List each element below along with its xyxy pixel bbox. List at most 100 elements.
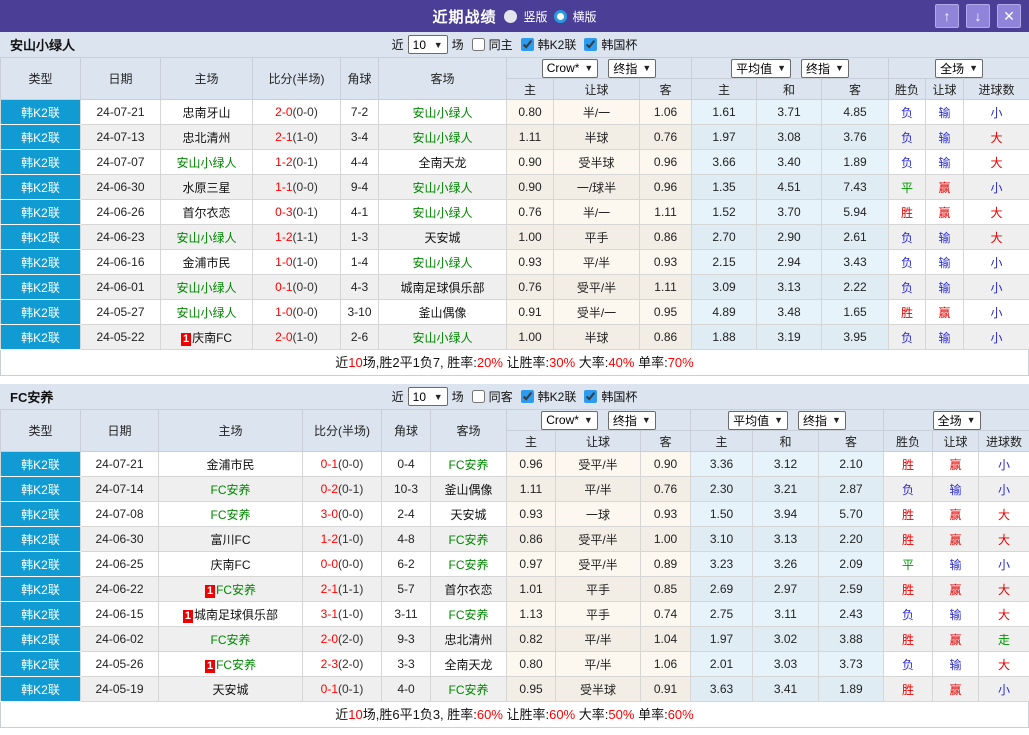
- euro-draw-odds-cell: 3.94: [752, 501, 820, 527]
- home-team-cell: 安山小绿人: [160, 274, 253, 300]
- same-venue-checkbox[interactable]: [471, 38, 485, 51]
- goals-result-cell: 大: [978, 501, 1029, 527]
- away-team-cell: 安山小绿人: [378, 249, 507, 275]
- euro-final-odds-select[interactable]: 终指 ▼: [798, 410, 846, 430]
- goals-result-cell: 小: [978, 551, 1029, 577]
- outcome-result-cell: 胜: [883, 501, 934, 527]
- euro-draw-odds-cell: 3.08: [756, 124, 823, 150]
- col-corner-header: 角球: [381, 409, 431, 452]
- handicap-result-cell: 赢: [932, 676, 980, 702]
- team-name: 安山小绿人: [412, 255, 473, 270]
- full-match-select[interactable]: 全场 ▼: [935, 58, 983, 78]
- league-type-cell: 韩K2联: [0, 501, 81, 527]
- euro-draw-odds-cell: 3.26: [752, 551, 820, 577]
- euro-final-odds-select[interactable]: 终指 ▼: [801, 58, 849, 78]
- asian-odds-group-header: Crow* ▼ 终指 ▼: [505, 409, 692, 431]
- league-k2-checkbox[interactable]: [520, 38, 534, 51]
- handicap-result-cell: 输: [925, 124, 965, 150]
- league-type-cell: 韩K2联: [0, 576, 81, 602]
- matches-table: 类型 日期 主场 比分(半场) 角球 客场 Crow* ▼ 终指 ▼ 平均值 ▼ 终指…: [0, 409, 1029, 702]
- match-date-cell: 24-06-02: [80, 626, 159, 652]
- move-down-button[interactable]: ↓: [966, 4, 990, 28]
- euro-away-header: 客: [821, 78, 890, 100]
- corner-cell: 4-8: [381, 526, 431, 552]
- asian-home-odds-cell: 0.91: [506, 299, 554, 325]
- team-name: 天安城: [212, 682, 249, 697]
- euro-home-odds-cell: 3.23: [690, 551, 754, 577]
- league-type-cell: 韩K2联: [0, 149, 81, 175]
- euro-home-odds-cell: 1.97: [691, 124, 758, 150]
- asian-handicap-cell: 受半球: [555, 676, 641, 702]
- bookmaker-select[interactable]: Crow* ▼: [541, 410, 598, 430]
- handicap-result-cell: 输: [925, 324, 965, 350]
- away-team-cell: 全南天龙: [378, 149, 507, 175]
- asian-away-odds-cell: 0.86: [638, 224, 693, 250]
- corner-cell: 3-4: [340, 124, 379, 150]
- team-name: 安山小绿人: [176, 155, 237, 170]
- outcome-result-cell: 负: [888, 324, 927, 350]
- asian-handicap-cell: 平/半: [555, 476, 641, 502]
- euro-average-select[interactable]: 平均值 ▼: [731, 58, 792, 78]
- asian-away-odds-cell: 1.00: [639, 526, 692, 552]
- asian-home-odds-cell: 0.82: [506, 626, 556, 652]
- team-name: FC安养: [448, 457, 489, 472]
- league-k2-checkbox[interactable]: [520, 390, 534, 403]
- match-date-cell: 24-05-22: [80, 324, 161, 350]
- team-name: 天安城: [424, 230, 461, 245]
- match-date-cell: 24-05-19: [80, 676, 159, 702]
- result-outcome-header: 胜负: [888, 78, 927, 100]
- team-name: 首尔衣恋: [444, 582, 493, 597]
- euro-away-odds-cell: 2.61: [821, 224, 890, 250]
- korea-cup-checkbox[interactable]: [584, 390, 598, 403]
- euro-draw-odds-cell: 3.48: [756, 299, 823, 325]
- euro-draw-odds-cell: 3.13: [752, 526, 820, 552]
- goals-result-cell: 小: [963, 299, 1029, 325]
- match-row: 韩K2联 24-06-16 金浦市民 1-0(1-0) 1-4 安山小绿人 0.93 平/半 0…: [0, 249, 1029, 275]
- euro-average-select[interactable]: 平均值 ▼: [728, 410, 789, 430]
- full-match-select[interactable]: 全场 ▼: [932, 410, 981, 430]
- team-name: FC安养: [448, 607, 489, 622]
- korea-cup-checkbox[interactable]: [584, 38, 598, 51]
- asian-handicap-cell: 平/半: [555, 651, 641, 677]
- move-up-button[interactable]: ↑: [935, 4, 959, 28]
- home-team-cell: 忠北清州: [160, 124, 253, 150]
- league-type-cell: 韩K2联: [0, 601, 81, 627]
- team-name: 忠北清州: [444, 632, 493, 647]
- match-count-select[interactable]: 10 ▼: [407, 387, 448, 406]
- outcome-result-cell: 胜: [883, 626, 934, 652]
- half-time-score: (0-0): [292, 305, 318, 319]
- euro-away-header: 客: [818, 430, 885, 452]
- asian-home-odds-cell: 1.11: [506, 124, 554, 150]
- euro-away-odds-cell: 2.09: [818, 551, 885, 577]
- asian-final-odds-select[interactable]: 终指 ▼: [607, 410, 656, 430]
- league-type-cell: 韩K2联: [0, 651, 81, 677]
- bookmaker-select[interactable]: Crow* ▼: [541, 58, 599, 78]
- match-row: 韩K2联 24-06-01 安山小绿人 0-1(0-0) 4-3 城南足球俱乐部 0.76 受…: [0, 274, 1029, 300]
- same-venue-label: 同客: [488, 390, 513, 404]
- match-row: 韩K2联 24-06-23 安山小绿人 1-2(1-1) 1-3 天安城 1.00 平手 0.8…: [0, 224, 1029, 250]
- half-time-score: (0-1): [338, 482, 364, 496]
- handicap-result-cell: 赢: [932, 626, 980, 652]
- euro-home-header: 主: [691, 78, 758, 100]
- radio-horizontal-layout[interactable]: [553, 9, 567, 23]
- team-name: FC安养: [448, 682, 489, 697]
- summary-segment: 60%: [549, 707, 576, 722]
- asian-final-odds-select[interactable]: 终指 ▼: [608, 58, 657, 78]
- team-name: 城南足球俱乐部: [400, 280, 485, 295]
- radio-vertical-layout[interactable]: [504, 9, 518, 23]
- match-row: 韩K2联 24-05-27 安山小绿人 1-0(0-0) 3-10 釜山偶像 0.91 受半/…: [0, 299, 1029, 325]
- euro-away-odds-cell: 4.85: [821, 99, 890, 125]
- rank-badge: 1: [204, 659, 216, 673]
- euro-away-odds-cell: 3.88: [818, 626, 885, 652]
- match-count-select[interactable]: 10 ▼: [407, 35, 448, 54]
- same-venue-checkbox[interactable]: [471, 390, 485, 403]
- outcome-result-cell: 负: [883, 601, 934, 627]
- summary-segment: 近: [335, 355, 349, 370]
- summary-segment: 让胜率:: [502, 355, 550, 370]
- away-team-cell: 忠北清州: [430, 626, 507, 652]
- match-row: 韩K2联 24-06-26 首尔衣恋 0-3(0-1) 4-1 安山小绿人 0.76 半/一 1…: [0, 199, 1029, 225]
- close-button[interactable]: ✕: [997, 4, 1021, 28]
- euro-away-odds-cell: 2.59: [818, 576, 885, 602]
- league-type-cell: 韩K2联: [0, 274, 81, 300]
- league-type-cell: 韩K2联: [0, 476, 81, 502]
